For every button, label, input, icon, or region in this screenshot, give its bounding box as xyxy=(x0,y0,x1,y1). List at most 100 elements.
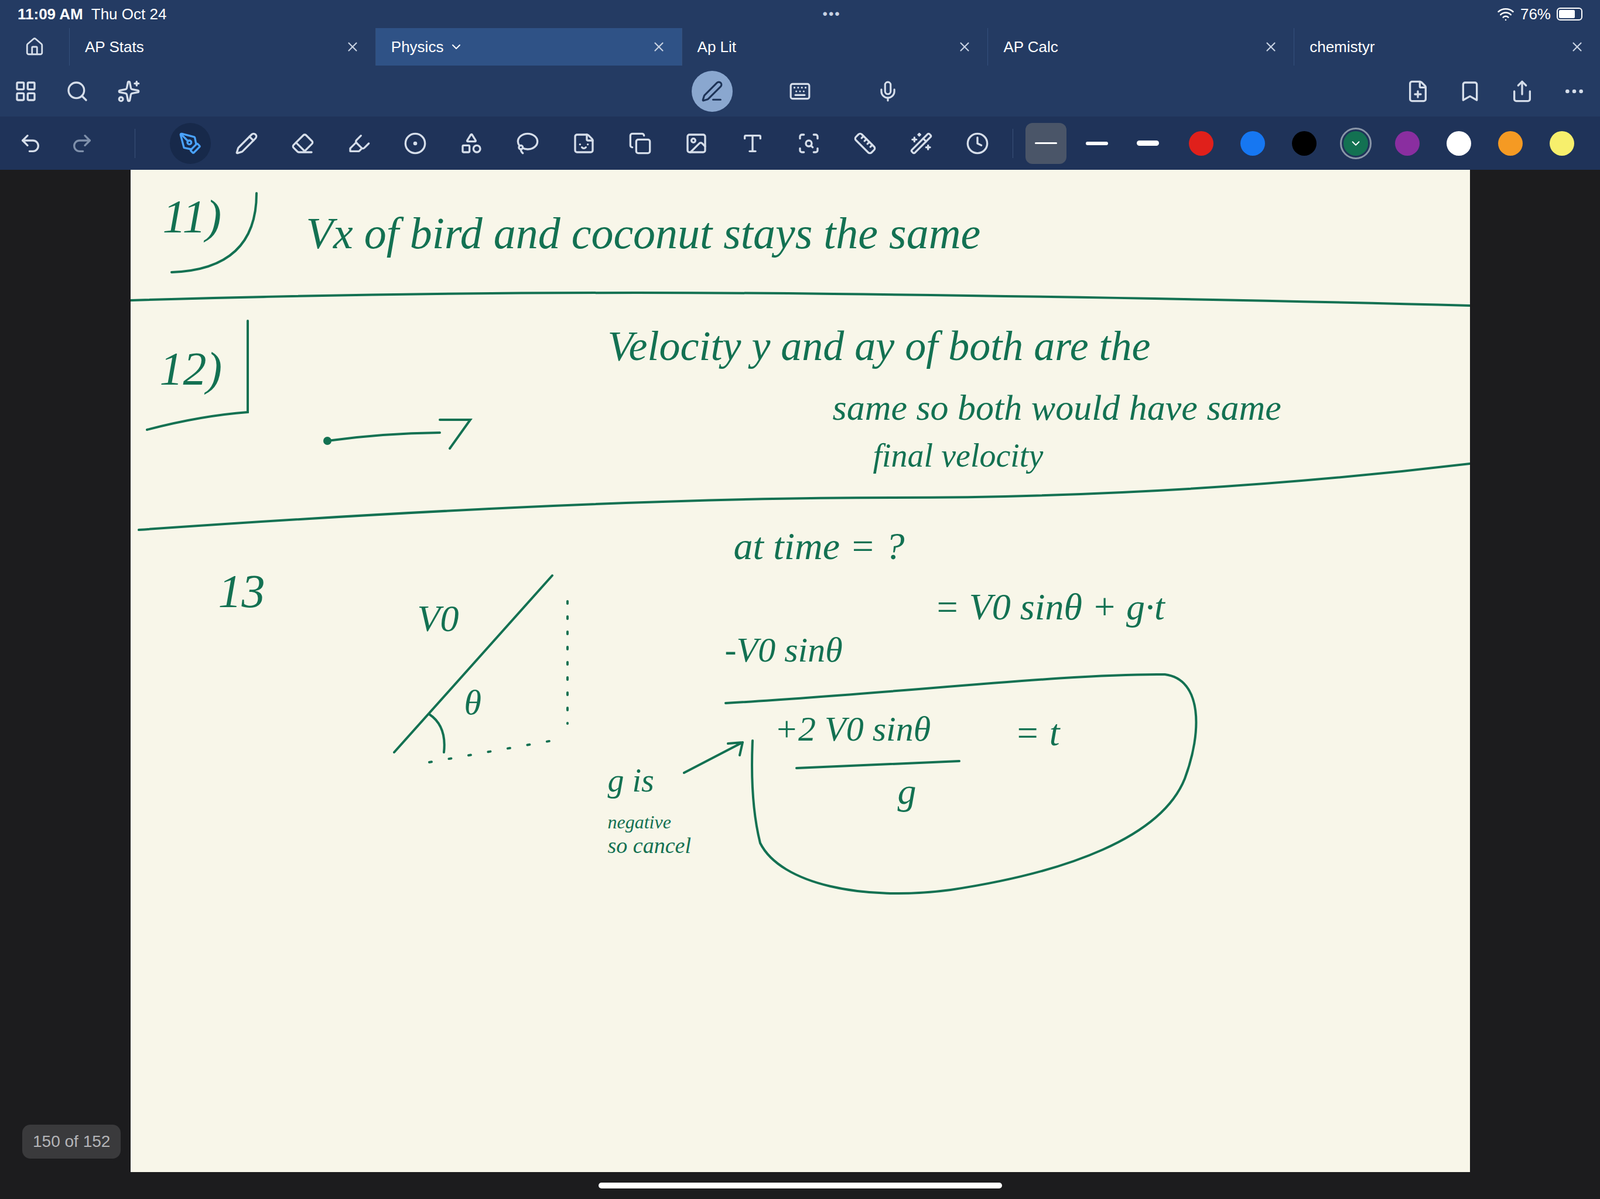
battery-text: 76% xyxy=(1520,2,1551,26)
redo-icon xyxy=(70,131,94,156)
pen-tool[interactable] xyxy=(162,122,219,164)
handwritten-note[interactable]: same so both would have same xyxy=(832,389,1282,426)
laser-tool[interactable] xyxy=(893,122,950,164)
canvas-area: 11) Vx of bird and coconut stays the same… xyxy=(0,169,1600,1199)
bookmark-button[interactable] xyxy=(1443,79,1496,104)
highlighter-tool[interactable] xyxy=(330,122,388,164)
shapes-tool[interactable] xyxy=(443,122,500,164)
color-swatch[interactable] xyxy=(1381,127,1434,160)
share-icon xyxy=(1510,79,1534,104)
handwritten-note[interactable]: 11) xyxy=(162,193,222,241)
lasso-tool[interactable] xyxy=(499,122,556,164)
ruler-icon xyxy=(853,131,877,156)
tab[interactable]: Ap Lit xyxy=(681,28,988,66)
tab[interactable]: AP Stats xyxy=(69,28,376,66)
scan-tool[interactable] xyxy=(780,122,837,164)
ellipsis-icon xyxy=(1562,79,1586,104)
sparkles-icon xyxy=(117,79,141,104)
search-button[interactable] xyxy=(51,79,104,104)
handwritten-note[interactable]: 12) xyxy=(159,345,223,393)
pen-mode-button[interactable] xyxy=(668,70,757,112)
date: Thu Oct 24 xyxy=(91,2,167,26)
text-icon xyxy=(740,131,765,156)
file-plus-icon xyxy=(1406,79,1430,104)
handwritten-note[interactable]: g xyxy=(897,773,917,811)
grid-button[interactable] xyxy=(0,79,52,104)
color-swatch[interactable] xyxy=(1226,127,1279,160)
handwritten-note[interactable]: +2 V0 sinθ xyxy=(774,711,932,747)
image-tool[interactable] xyxy=(668,122,725,164)
undo-icon xyxy=(18,131,43,156)
mic-button[interactable] xyxy=(843,70,932,112)
handwritten-note[interactable]: -V0 sinθ xyxy=(725,632,843,668)
handwritten-note[interactable]: = t xyxy=(1014,714,1061,752)
close-icon[interactable] xyxy=(1263,39,1279,55)
handwritten-note[interactable]: at time = ? xyxy=(733,527,905,566)
multitask-dots[interactable]: ••• xyxy=(822,3,841,25)
color-swatch[interactable] xyxy=(1330,127,1382,160)
share-button[interactable] xyxy=(1495,79,1548,104)
handwritten-note[interactable]: final velocity xyxy=(873,439,1044,473)
tab[interactable]: chemistyr xyxy=(1293,28,1600,66)
mic-icon xyxy=(876,80,899,103)
pen-icon xyxy=(178,131,203,156)
color-swatch[interactable] xyxy=(1433,127,1485,160)
page[interactable]: 11) Vx of bird and coconut stays the same… xyxy=(130,169,1470,1173)
undo-button[interactable] xyxy=(4,131,57,156)
keyboard-button[interactable] xyxy=(756,70,844,112)
handwritten-note[interactable]: negative xyxy=(607,812,672,832)
eraser-tool[interactable] xyxy=(274,122,331,164)
handwritten-note[interactable]: g is xyxy=(607,764,655,798)
home-indicator[interactable] xyxy=(598,1183,1003,1189)
text-tool[interactable] xyxy=(724,122,781,164)
color-swatch[interactable] xyxy=(1278,127,1331,160)
more-button[interactable] xyxy=(1547,79,1600,104)
close-icon[interactable] xyxy=(1569,39,1585,55)
history-tool[interactable] xyxy=(949,122,1006,164)
page-counter: 150 of 152 xyxy=(22,1125,121,1160)
close-icon[interactable] xyxy=(956,39,973,55)
elements-tool[interactable] xyxy=(612,122,669,164)
redo-button[interactable] xyxy=(56,131,108,156)
handwritten-note[interactable]: Velocity y and ay of both are the xyxy=(607,325,1151,368)
grid-icon xyxy=(14,79,38,104)
stroke-width-button[interactable] xyxy=(1122,122,1174,164)
battery-icon xyxy=(1556,7,1583,21)
handwritten-note[interactable]: = V0 sinθ + g·t xyxy=(934,588,1165,627)
tab[interactable]: AP Calc xyxy=(987,28,1294,66)
wifi-icon xyxy=(1496,5,1515,23)
time: 11:09 AM xyxy=(17,2,84,26)
pencil-icon xyxy=(234,131,259,156)
add-page-button[interactable] xyxy=(1391,79,1444,104)
stroke-width-button[interactable] xyxy=(1071,122,1123,164)
search-icon xyxy=(65,79,90,104)
handwritten-note[interactable]: V0 xyxy=(417,600,460,638)
home-button[interactable] xyxy=(0,28,70,66)
sticker-icon xyxy=(572,131,596,156)
tool-toolbar xyxy=(0,116,1600,170)
shape-tool[interactable] xyxy=(387,122,444,164)
tab-label: Ap Lit xyxy=(697,35,737,59)
sticker-tool[interactable] xyxy=(555,122,613,164)
ink-drawing xyxy=(130,169,1470,1173)
stroke-width-button[interactable] xyxy=(1020,122,1072,164)
handwritten-note[interactable]: Vx of bird and coconut stays the same xyxy=(306,210,981,256)
close-icon[interactable] xyxy=(651,39,667,55)
shapes-icon xyxy=(459,131,484,156)
handwritten-note[interactable]: 13 xyxy=(218,568,266,615)
color-swatch[interactable] xyxy=(1175,127,1227,160)
status-bar: 11:09 AM Thu Oct 24 ••• 76% xyxy=(0,0,1600,29)
close-icon[interactable] xyxy=(344,39,361,55)
color-swatch[interactable] xyxy=(1536,127,1588,160)
handwritten-note[interactable]: so cancel xyxy=(607,834,692,857)
eraser-icon xyxy=(291,131,315,156)
chevron-down-icon[interactable] xyxy=(449,39,464,54)
ai-button[interactable] xyxy=(103,79,155,104)
pencil-tool[interactable] xyxy=(218,122,275,164)
tab[interactable]: Physics xyxy=(375,28,682,66)
laser-icon xyxy=(909,131,933,156)
tab-bar: AP StatsPhysics Ap Lit AP Calcchemistyr xyxy=(0,28,1600,66)
ruler-tool[interactable] xyxy=(836,122,894,164)
handwritten-note[interactable]: θ xyxy=(464,685,482,721)
color-swatch[interactable] xyxy=(1484,127,1537,160)
